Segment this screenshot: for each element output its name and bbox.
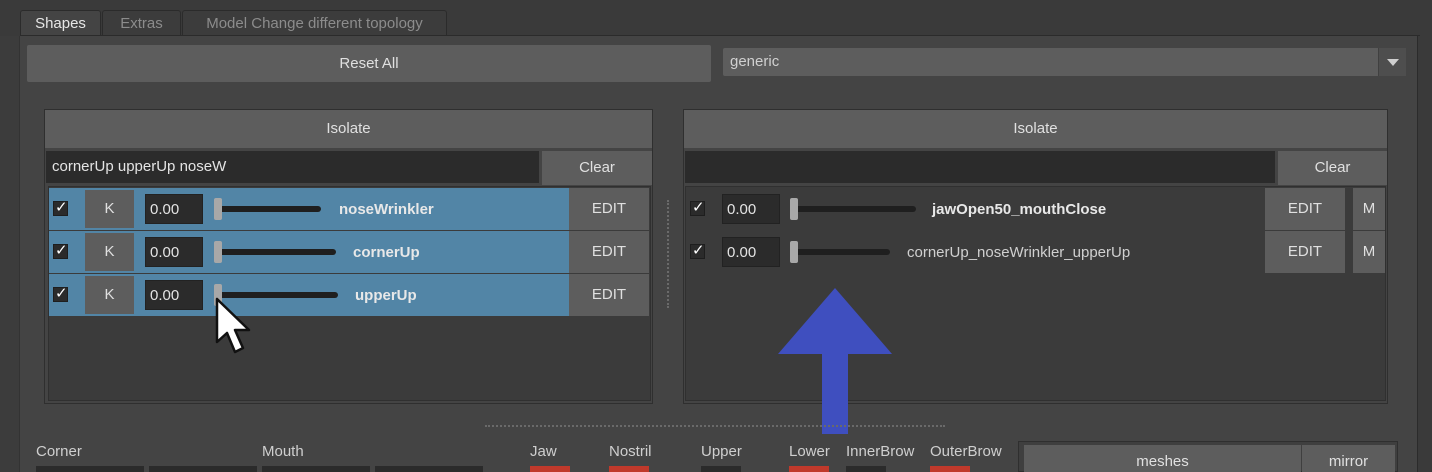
corner-field-2[interactable] <box>149 466 257 472</box>
key-button[interactable]: K <box>85 276 134 314</box>
weight-slider-handle[interactable] <box>214 241 222 263</box>
shape-name: jawOpen50_mouthClose <box>932 201 1107 218</box>
isolate-button-left[interactable]: Isolate <box>45 110 652 148</box>
key-button[interactable]: K <box>85 233 134 271</box>
tab-shapes[interactable]: Shapes <box>20 10 101 36</box>
tab-bar: Shapes Extras Model Change different top… <box>0 0 1432 36</box>
shape-list-left: K 0.00 noseWrinkler EDIT K 0.00 cornerUp… <box>48 186 651 401</box>
meshes-button[interactable]: meshes <box>1024 445 1301 472</box>
outerbrow-swatch[interactable] <box>930 466 970 472</box>
clear-button-left[interactable]: Clear <box>542 151 652 185</box>
weight-field[interactable]: 0.00 <box>722 237 780 267</box>
nostril-label: Nostril <box>609 443 652 460</box>
corner-label: Corner <box>36 443 82 460</box>
up-arrow-icon <box>778 288 892 434</box>
preset-dropdown-value: generic <box>730 53 780 70</box>
upper-swatch[interactable] <box>701 466 741 472</box>
mouth-field-1[interactable] <box>262 466 370 472</box>
list-item[interactable]: K 0.00 upperUp EDIT <box>49 274 649 316</box>
outerbrow-label: OuterBrow <box>930 443 1002 460</box>
weight-field[interactable]: 0.00 <box>145 237 203 267</box>
weight-slider-handle[interactable] <box>790 241 798 263</box>
jaw-label: Jaw <box>530 443 557 460</box>
mouth-label: Mouth <box>262 443 304 460</box>
edit-button[interactable]: EDIT <box>1265 231 1345 273</box>
lower-label: Lower <box>789 443 830 460</box>
weight-slider-track[interactable] <box>792 249 890 255</box>
weight-field[interactable]: 0.00 <box>145 280 203 310</box>
jaw-swatch[interactable] <box>530 466 570 472</box>
left-scroll-edge <box>0 36 20 472</box>
list-item[interactable]: 0.00 cornerUp_noseWrinkler_upperUp EDIT … <box>686 231 1385 273</box>
weight-field[interactable]: 0.00 <box>145 194 203 224</box>
corner-field-1[interactable] <box>36 466 144 472</box>
key-button[interactable]: K <box>85 190 134 228</box>
weight-slider-handle[interactable] <box>214 198 222 220</box>
chevron-down-icon[interactable] <box>1378 48 1406 76</box>
shape-name: cornerUp_noseWrinkler_upperUp <box>907 244 1131 261</box>
checkbox[interactable] <box>690 241 705 259</box>
innerbrow-label: InnerBrow <box>846 443 915 460</box>
shape-name: noseWrinkler <box>339 201 434 218</box>
weight-slider-track[interactable] <box>216 206 321 212</box>
weight-slider-track[interactable] <box>792 206 916 212</box>
upper-label: Upper <box>701 443 742 460</box>
innerbrow-swatch[interactable] <box>846 466 886 472</box>
isolate-button-right[interactable]: Isolate <box>684 110 1387 148</box>
tab-divider <box>20 35 1420 36</box>
edit-button[interactable]: EDIT <box>1265 188 1345 230</box>
panel-splitter[interactable] <box>667 200 669 308</box>
mirror-button[interactable]: mirror <box>1302 445 1395 472</box>
lower-swatch[interactable] <box>789 466 829 472</box>
shape-name: cornerUp <box>353 244 420 261</box>
list-item[interactable]: 0.00 jawOpen50_mouthClose EDIT M <box>686 188 1385 230</box>
filter-input-right[interactable] <box>685 151 1275 183</box>
left-shape-panel: Isolate cornerUp upperUp noseW Clear K 0… <box>44 109 653 404</box>
checkbox[interactable] <box>53 198 68 216</box>
weight-slider-handle[interactable] <box>790 198 798 220</box>
checkbox[interactable] <box>53 241 68 259</box>
list-item[interactable]: K 0.00 cornerUp EDIT <box>49 231 649 273</box>
right-scroll-edge[interactable] <box>1417 36 1432 472</box>
mouth-field-2[interactable] <box>375 466 483 472</box>
reset-all-button[interactable]: Reset All <box>27 45 711 82</box>
nostril-swatch[interactable] <box>609 466 649 472</box>
tab-extras[interactable]: Extras <box>102 10 181 36</box>
section-splitter[interactable] <box>485 425 945 427</box>
edit-button[interactable]: EDIT <box>569 274 649 316</box>
weight-slider-track[interactable] <box>216 249 336 255</box>
tab-model-change[interactable]: Model Change different topology <box>182 10 447 36</box>
mouse-cursor-icon <box>215 297 251 354</box>
edit-button[interactable]: EDIT <box>569 188 649 230</box>
checkbox[interactable] <box>53 284 68 302</box>
filter-input-left[interactable]: cornerUp upperUp noseW <box>46 151 539 183</box>
weight-field[interactable]: 0.00 <box>722 194 780 224</box>
mirror-shape-button[interactable]: M <box>1353 231 1385 273</box>
edit-button[interactable]: EDIT <box>569 231 649 273</box>
list-item[interactable]: K 0.00 noseWrinkler EDIT <box>49 188 649 230</box>
checkbox[interactable] <box>690 198 705 216</box>
preset-dropdown[interactable]: generic <box>723 48 1406 76</box>
shape-name: upperUp <box>355 287 417 304</box>
clear-button-right[interactable]: Clear <box>1278 151 1387 185</box>
mirror-shape-button[interactable]: M <box>1353 188 1385 230</box>
